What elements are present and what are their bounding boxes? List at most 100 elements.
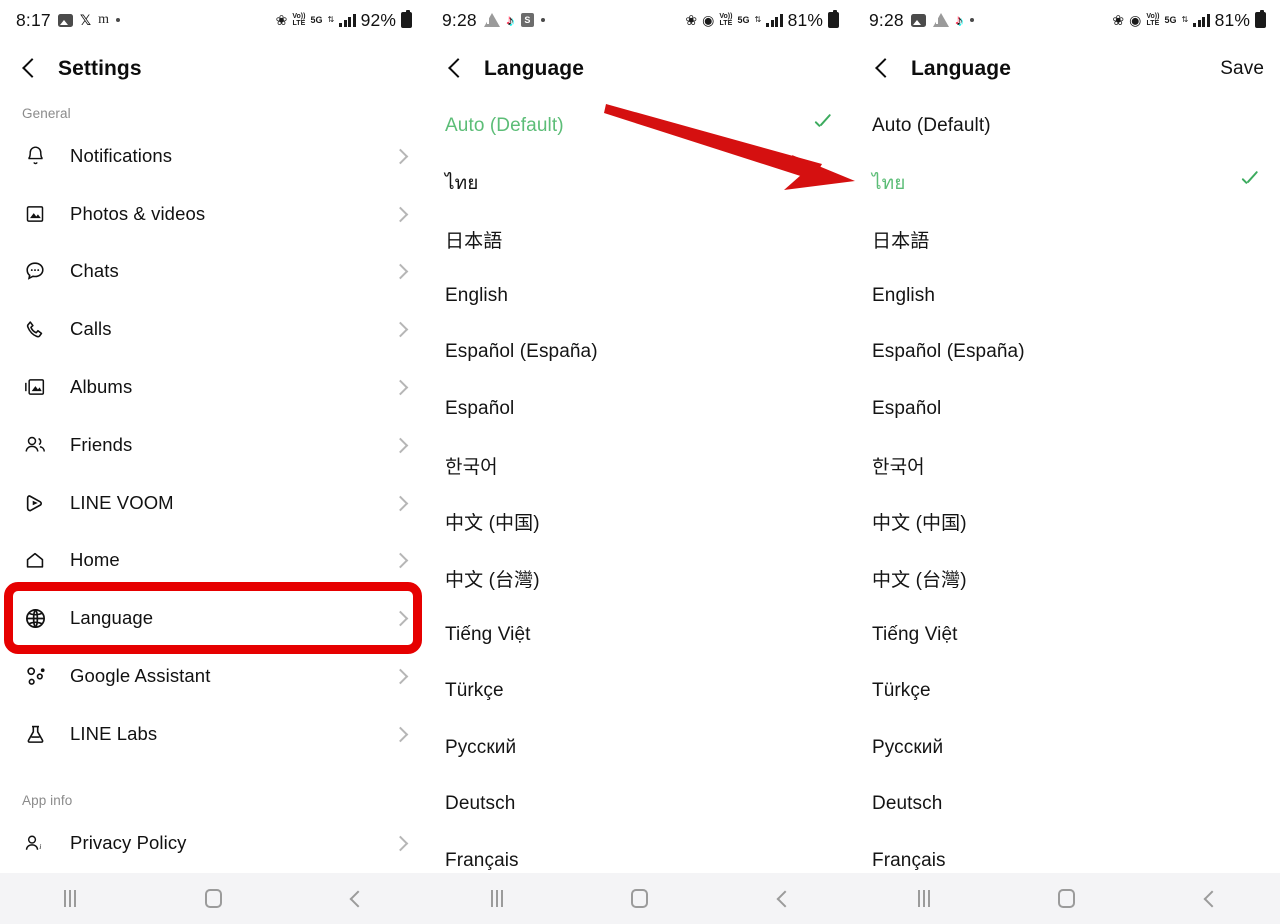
check-icon bbox=[811, 850, 833, 872]
sidebar-item-photos-videos[interactable]: Photos & videos bbox=[0, 185, 426, 243]
language-option-french[interactable]: Français bbox=[853, 833, 1280, 874]
language-label: 한국어 bbox=[872, 456, 925, 478]
language-option-chinese-taiwan[interactable]: 中文 (台灣) bbox=[853, 550, 1280, 607]
language-label: Tiếng Việt bbox=[872, 623, 958, 645]
sidebar-item-albums[interactable]: Albums bbox=[0, 358, 426, 416]
sidebar-item-privacy-policy[interactable]: i Privacy Policy bbox=[0, 814, 426, 872]
language-option-korean[interactable]: 한국어 bbox=[426, 437, 853, 494]
chevron-right-icon bbox=[398, 151, 408, 161]
language-option-auto-default[interactable]: Auto (Default) bbox=[853, 98, 1280, 155]
albums-icon bbox=[22, 374, 48, 400]
back-chevron-icon[interactable] bbox=[444, 58, 466, 80]
language-option-korean[interactable]: 한국어 bbox=[853, 437, 1280, 494]
volte-icon: Vo)) LTE bbox=[292, 13, 306, 27]
check-icon bbox=[811, 341, 833, 363]
language-option-thai[interactable]: ไทย bbox=[853, 155, 1280, 212]
check-icon bbox=[811, 115, 833, 137]
check-icon bbox=[1238, 793, 1260, 815]
tiktok-icon: ♪ bbox=[954, 12, 964, 28]
status-left-panel1: 8:17 𝕏 m bbox=[16, 10, 121, 31]
language-label: Tiếng Việt bbox=[445, 623, 531, 645]
home-icon[interactable] bbox=[631, 889, 649, 908]
signal-bars-icon bbox=[766, 13, 783, 27]
back-icon[interactable] bbox=[1204, 893, 1216, 905]
recents-icon[interactable] bbox=[490, 890, 503, 907]
status-left-panel3: 9:28 ♪ bbox=[869, 10, 974, 31]
language-option-thai[interactable]: ไทย bbox=[426, 155, 853, 212]
data-transfer-icon: ⇅ bbox=[1181, 15, 1189, 24]
chevron-right-icon bbox=[398, 266, 408, 276]
language-label: English bbox=[445, 284, 509, 306]
sidebar-item-notifications[interactable]: Notifications bbox=[0, 127, 426, 185]
language-option-turkish[interactable]: Türkçe bbox=[853, 663, 1280, 720]
check-icon bbox=[1238, 680, 1260, 702]
language-option-chinese-china[interactable]: 中文 (中国) bbox=[426, 494, 853, 551]
language-option-french[interactable]: Français bbox=[426, 833, 853, 874]
chevron-right-icon bbox=[398, 498, 408, 508]
battery-percent-label: 92% bbox=[360, 9, 396, 30]
status-bar-panel2: 9:28 ♪ S ❀ ◉ Vo))LTE 5G ⇅ 81% bbox=[426, 0, 853, 40]
language-label: 中文 (中国) bbox=[445, 513, 540, 535]
language-option-german[interactable]: Deutsch bbox=[426, 776, 853, 833]
recents-icon[interactable] bbox=[64, 890, 77, 907]
language-option-spanish[interactable]: Español bbox=[426, 381, 853, 438]
recents-icon[interactable] bbox=[917, 890, 930, 907]
language-option-spanish-spain[interactable]: Español (España) bbox=[426, 324, 853, 381]
privacy-person-icon: i bbox=[22, 830, 48, 856]
check-icon bbox=[1238, 511, 1260, 533]
sidebar-item-label: Google Assistant bbox=[70, 665, 211, 687]
shopee-icon: S bbox=[520, 13, 534, 27]
language-option-spanish[interactable]: Español bbox=[853, 381, 1280, 438]
language-option-chinese-china[interactable]: 中文 (中国) bbox=[853, 494, 1280, 551]
sidebar-item-home[interactable]: Home bbox=[0, 532, 426, 590]
section-label-general: General bbox=[22, 106, 71, 121]
check-icon bbox=[1238, 228, 1260, 250]
sidebar-item-line-labs[interactable]: LINE Labs bbox=[0, 705, 426, 763]
language-option-english[interactable]: English bbox=[426, 268, 853, 325]
language-label: Deutsch bbox=[872, 793, 943, 815]
sidebar-item-chats[interactable]: Chats bbox=[0, 243, 426, 301]
language-option-turkish[interactable]: Türkçe bbox=[426, 663, 853, 720]
back-chevron-icon[interactable] bbox=[18, 58, 40, 80]
sidebar-item-calls[interactable]: Calls bbox=[0, 300, 426, 358]
cast-icon: ◉ bbox=[702, 12, 715, 28]
language-option-vietnamese[interactable]: Tiếng Việt bbox=[426, 607, 853, 664]
back-chevron-icon[interactable] bbox=[871, 58, 893, 80]
language-option-russian[interactable]: Русский bbox=[426, 720, 853, 777]
save-button[interactable]: Save bbox=[1220, 58, 1264, 80]
drive-icon bbox=[483, 13, 501, 27]
language-option-chinese-taiwan[interactable]: 中文 (台灣) bbox=[426, 550, 853, 607]
tiktok-icon: ♪ bbox=[505, 12, 515, 28]
language-option-german[interactable]: Deutsch bbox=[853, 776, 1280, 833]
sidebar-item-label: Friends bbox=[70, 433, 133, 455]
check-icon bbox=[811, 285, 833, 307]
check-icon bbox=[1238, 850, 1260, 872]
check-icon bbox=[811, 680, 833, 702]
back-icon[interactable] bbox=[350, 893, 362, 905]
sidebar-item-label: Albums bbox=[70, 376, 133, 398]
language-option-english[interactable]: English bbox=[853, 268, 1280, 325]
language-label: Auto (Default) bbox=[872, 115, 991, 137]
data-transfer-icon: ⇅ bbox=[754, 15, 762, 24]
chevron-right-icon bbox=[398, 838, 408, 848]
sidebar-item-friends[interactable]: Friends bbox=[0, 416, 426, 474]
panel-settings: 8:17 𝕏 m ❀ Vo)) LTE 5G ⇅ 92% Settings Ge… bbox=[0, 0, 426, 873]
language-option-spanish-spain[interactable]: Español (España) bbox=[853, 324, 1280, 381]
check-icon bbox=[811, 228, 833, 250]
home-icon[interactable] bbox=[1058, 889, 1076, 908]
check-icon bbox=[1238, 737, 1260, 759]
language-option-japanese[interactable]: 日本語 bbox=[426, 211, 853, 268]
bluetooth-icon: ❀ bbox=[1112, 12, 1125, 28]
dot-icon bbox=[540, 18, 545, 22]
language-option-japanese[interactable]: 日本語 bbox=[853, 211, 1280, 268]
language-option-russian[interactable]: Русский bbox=[853, 720, 1280, 777]
status-bar-panel1: 8:17 𝕏 m ❀ Vo)) LTE 5G ⇅ 92% bbox=[0, 0, 426, 40]
language-option-auto-default[interactable]: Auto (Default) bbox=[426, 98, 853, 155]
sidebar-item-google-assistant[interactable]: Google Assistant bbox=[0, 647, 426, 705]
sidebar-item-language[interactable]: Language bbox=[0, 589, 426, 647]
language-option-vietnamese[interactable]: Tiếng Việt bbox=[853, 607, 1280, 664]
back-icon[interactable] bbox=[777, 893, 789, 905]
sidebar-item-line-voom[interactable]: LINE VOOM bbox=[0, 474, 426, 532]
home-icon[interactable] bbox=[204, 889, 222, 908]
battery-percent-label: 81% bbox=[787, 9, 823, 30]
